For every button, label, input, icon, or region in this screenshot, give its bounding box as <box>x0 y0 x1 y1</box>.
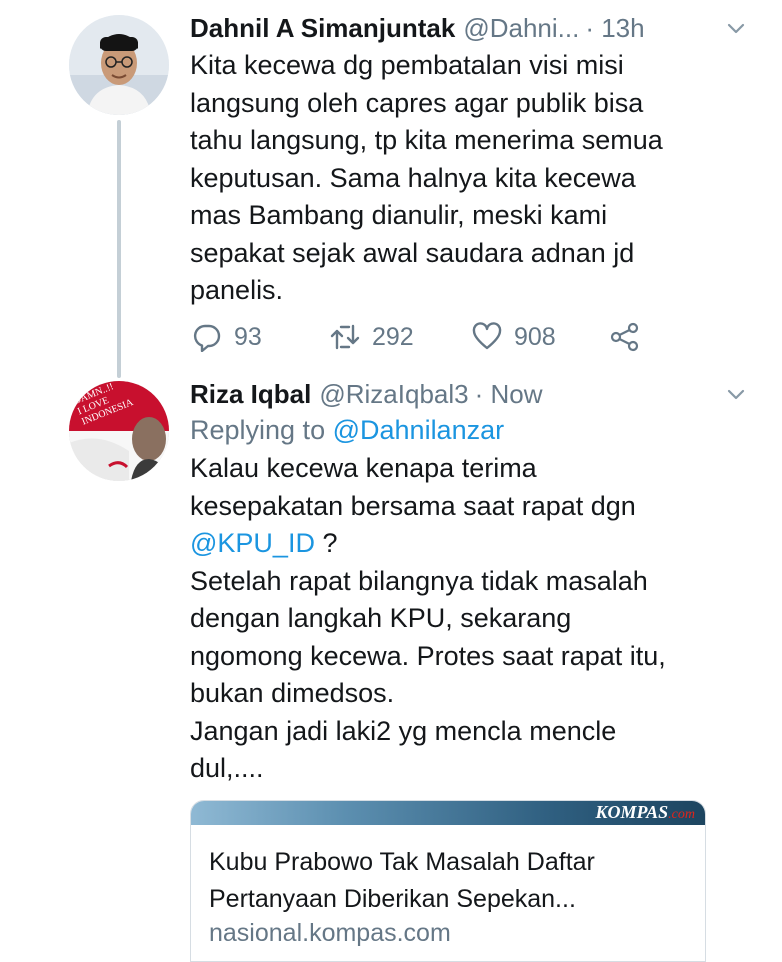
retweet-icon <box>330 324 360 350</box>
mention-link[interactable]: @KPU_ID <box>190 528 315 558</box>
text-line: Jangan jadi laki2 yg mencla mencle <box>190 715 617 746</box>
text-line: @KPU_ID ? <box>190 525 752 563</box>
author-handle[interactable]: @RizaIqbal3 <box>319 376 468 412</box>
reply-count: 93 <box>234 322 262 351</box>
text-line: Kita kecewa dg pembatalan visi misi <box>190 50 624 80</box>
author-name[interactable]: Dahnil A Simanjuntak <box>190 10 455 46</box>
text-line: dengan langkah KPU, sekarang <box>190 603 572 633</box>
author-handle[interactable]: @Dahni... <box>463 10 579 46</box>
chevron-down-icon[interactable] <box>724 16 748 40</box>
chevron-down-icon[interactable] <box>724 382 748 406</box>
thread-line <box>117 120 121 378</box>
card-banner-image: KOMPAS.com <box>191 801 705 825</box>
kompas-logo: KOMPAS.com <box>595 802 695 823</box>
text-line: keputusan. Sama halnya kita kecewa <box>190 162 636 193</box>
card-title-line: Kubu Prabowo Tak Masalah Daftar <box>209 848 595 876</box>
brand-suffix: .com <box>668 807 695 822</box>
brand-name: KOMPAS <box>595 802 669 822</box>
tweet-header: Dahnil A Simanjuntak @Dahni... · 13h <box>190 10 752 46</box>
tweet-text: Kita kecewa dg pembatalan visi misi lang… <box>190 47 752 310</box>
retweet-button[interactable]: 292 <box>330 322 414 352</box>
tweet-actions: 93 292 908 <box>190 322 660 362</box>
mention-suffix: ? <box>314 528 338 558</box>
author-name[interactable]: Riza Iqbal <box>190 376 311 412</box>
replying-handle-link[interactable]: @Dahnilanzar <box>333 415 505 445</box>
heart-icon <box>472 322 502 350</box>
tweet-timestamp[interactable]: · 13h <box>585 10 644 46</box>
card-title: Kubu Prabowo Tak Masalah Daftar Pertanya… <box>209 844 695 918</box>
text-line: sepakat sejak awal saudara adnan jd <box>190 237 635 268</box>
tweet-header: Riza Iqbal @RizaIqbal3 · Now <box>190 376 752 412</box>
reply-icon <box>193 324 221 352</box>
text-line: panelis. <box>190 275 284 305</box>
text-line: mas Bambang dianulir, meski kami <box>190 200 608 230</box>
share-icon <box>610 322 639 352</box>
like-count: 908 <box>514 322 556 351</box>
text-line: ngomong kecewa. Protes saat rapat itu, <box>190 640 666 671</box>
text-line: langsung oleh capres agar publik bisa <box>190 87 644 118</box>
text-line: bukan dimedsos. <box>190 678 395 708</box>
avatar-riza[interactable]: DAMN..!! I LOVE INDONESIA <box>69 381 169 481</box>
text-line: tahu langsung, tp kita menerima semua <box>190 125 663 155</box>
share-button[interactable] <box>610 322 652 352</box>
card-domain: nasional.kompas.com <box>209 919 451 947</box>
card-title-line: Pertanyaan Diberikan Sepekan... <box>209 885 576 913</box>
like-button[interactable]: 908 <box>472 322 556 352</box>
text-line: Kalau kecewa kenapa terima <box>190 453 537 483</box>
text-line: Setelah rapat bilangnya tidak masalah <box>190 565 648 596</box>
tweet-text: Kalau kecewa kenapa terima kesepakatan b… <box>190 450 752 788</box>
reply-button[interactable]: 93 <box>192 322 262 352</box>
retweet-count: 292 <box>372 322 414 351</box>
avatar-dahnil[interactable] <box>69 15 169 115</box>
link-preview-card[interactable]: KOMPAS.com Kubu Prabowo Tak Masalah Daft… <box>190 800 706 962</box>
tweet-riza: Riza Iqbal @RizaIqbal3 · Now Replying to… <box>190 376 752 788</box>
tweet-timestamp[interactable]: · Now <box>475 376 543 412</box>
replying-prefix: Replying to <box>190 415 326 445</box>
tweet-dahnil: Dahnil A Simanjuntak @Dahni... · 13h Kit… <box>190 10 752 310</box>
text-line: kesepakatan bersama saat rapat dgn <box>190 490 636 521</box>
avatar-image <box>69 15 169 115</box>
text-line: dul,.... <box>190 753 264 783</box>
replying-to: Replying to @Dahnilanzar <box>190 412 752 449</box>
